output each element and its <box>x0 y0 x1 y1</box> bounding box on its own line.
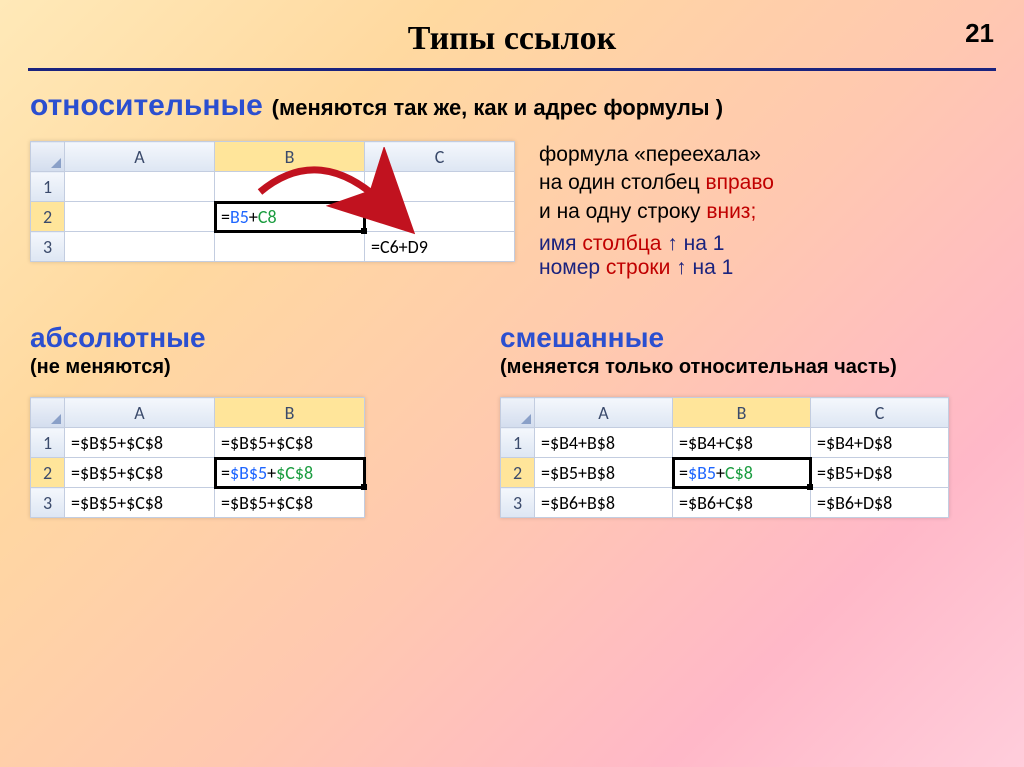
cell-c2[interactable] <box>365 202 515 232</box>
cell-a1[interactable]: =$B4+B$8 <box>535 428 673 458</box>
cell-b2-active[interactable]: =$B5+C$8 <box>673 458 811 488</box>
col-header-b[interactable]: B <box>215 398 365 428</box>
row-header-1[interactable]: 1 <box>31 428 65 458</box>
row-header-2[interactable]: 2 <box>501 458 535 488</box>
row-header-1[interactable]: 1 <box>501 428 535 458</box>
row-header-2[interactable]: 2 <box>31 202 65 232</box>
hint2b: строки <box>606 256 670 279</box>
row-header-3[interactable]: 3 <box>31 488 65 518</box>
hint2a: номер <box>539 256 606 279</box>
cell-a2[interactable]: =$B$5+$C$8 <box>65 458 215 488</box>
page-number: 21 <box>965 18 994 49</box>
hint1a: имя <box>539 232 582 255</box>
row-header-3[interactable]: 3 <box>501 488 535 518</box>
hint2c: ↑ на 1 <box>670 256 733 279</box>
table1-wrap: A B C 1 2 =B5+C8 <box>30 141 515 262</box>
cell-b3[interactable]: =$B$5+$C$8 <box>215 488 365 518</box>
select-all-corner[interactable] <box>31 398 65 428</box>
cell-c3[interactable]: =$B6+D$8 <box>811 488 949 518</box>
cell-b2-active[interactable]: =B5+C8 <box>215 202 365 232</box>
cell-b1[interactable]: =$B4+C$8 <box>673 428 811 458</box>
cell-c1[interactable]: =$B4+D$8 <box>811 428 949 458</box>
col-header-b[interactable]: B <box>673 398 811 428</box>
formula-eq: = <box>221 206 230 228</box>
cell-a1[interactable]: =$B$5+$C$8 <box>65 428 215 458</box>
expl-line3a: и на одну строку <box>539 200 706 223</box>
heading-mixed: смешанные <box>500 322 664 353</box>
row-header-1[interactable]: 1 <box>31 172 65 202</box>
excel-table-absolute: A B 1 =$B$5+$C$8 =$B$5+$C$8 2 =$B$5+$C$8… <box>30 397 365 518</box>
cell-a3[interactable]: =$B6+B$8 <box>535 488 673 518</box>
select-all-corner[interactable] <box>501 398 535 428</box>
content: относительные (меняются так же, как и ад… <box>0 71 1024 518</box>
col-header-b[interactable]: B <box>215 142 365 172</box>
formula-plus: + <box>249 206 258 228</box>
expl-line1: формула «переехала» <box>539 143 761 166</box>
col-header-c[interactable]: C <box>365 142 515 172</box>
formula-ref1: B5 <box>230 206 249 228</box>
row-header-3[interactable]: 3 <box>31 232 65 262</box>
cell-c1[interactable] <box>365 172 515 202</box>
cell-a3[interactable]: =$B$5+$C$8 <box>65 488 215 518</box>
formula-ref2: C8 <box>258 206 277 228</box>
expl-line3b: вниз; <box>706 200 756 223</box>
excel-table-relative: A B C 1 2 =B5+C8 <box>30 141 515 262</box>
cell-b1[interactable] <box>215 172 365 202</box>
hint1b: столбца <box>582 232 661 255</box>
expl-line2a: на один столбец <box>539 171 705 194</box>
relative-explanation: формула «переехала» на один столбец впра… <box>539 141 774 280</box>
cell-c3[interactable]: =C6+D9 <box>365 232 515 262</box>
formula-ref2: $C$8 <box>276 462 313 484</box>
cell-a1[interactable] <box>65 172 215 202</box>
expl-line2b: вправо <box>705 171 774 194</box>
col-header-a[interactable]: A <box>65 142 215 172</box>
formula-eq: = <box>679 462 688 484</box>
cell-a2[interactable] <box>65 202 215 232</box>
heading-mixed-note: (меняется только относительная часть) <box>500 356 949 379</box>
heading-absolute-note: (не меняются) <box>30 356 460 379</box>
formula-plus: + <box>267 462 276 484</box>
cell-b1[interactable]: =$B$5+$C$8 <box>215 428 365 458</box>
heading-absolute: абсолютные <box>30 322 206 353</box>
cell-b2-active[interactable]: =$B$5+$C$8 <box>215 458 365 488</box>
cell-a2[interactable]: =$B5+B$8 <box>535 458 673 488</box>
formula-eq: = <box>221 462 230 484</box>
heading-relative-note: (меняются так же, как и адрес формулы ) <box>272 95 723 120</box>
cell-b3[interactable] <box>215 232 365 262</box>
cell-c2[interactable]: =$B5+D$8 <box>811 458 949 488</box>
col-header-c[interactable]: C <box>811 398 949 428</box>
formula-ref1: $B5 <box>688 462 716 484</box>
formula-ref1: $B$5 <box>230 462 267 484</box>
section-mixed: смешанные (меняется только относительная… <box>500 322 949 518</box>
formula-plus: + <box>716 462 725 484</box>
formula-ref2: C$8 <box>725 462 753 484</box>
hint1c: ↑ на 1 <box>661 232 724 255</box>
col-header-a[interactable]: A <box>535 398 673 428</box>
select-all-corner[interactable] <box>31 142 65 172</box>
cell-a3[interactable] <box>65 232 215 262</box>
section-absolute: абсолютные (не меняются) A B 1 =$B$5+$C$… <box>30 322 460 518</box>
section-relative-heading: относительные (меняются так же, как и ад… <box>30 89 994 123</box>
heading-relative: относительные <box>30 89 263 122</box>
excel-table-mixed: A B C 1 =$B4+B$8 =$B4+C$8 =$B4+D$8 2 =$B… <box>500 397 949 518</box>
slide-title: Типы ссылок <box>0 0 1024 58</box>
cell-b3[interactable]: =$B6+C$8 <box>673 488 811 518</box>
row-header-2[interactable]: 2 <box>31 458 65 488</box>
col-header-a[interactable]: A <box>65 398 215 428</box>
